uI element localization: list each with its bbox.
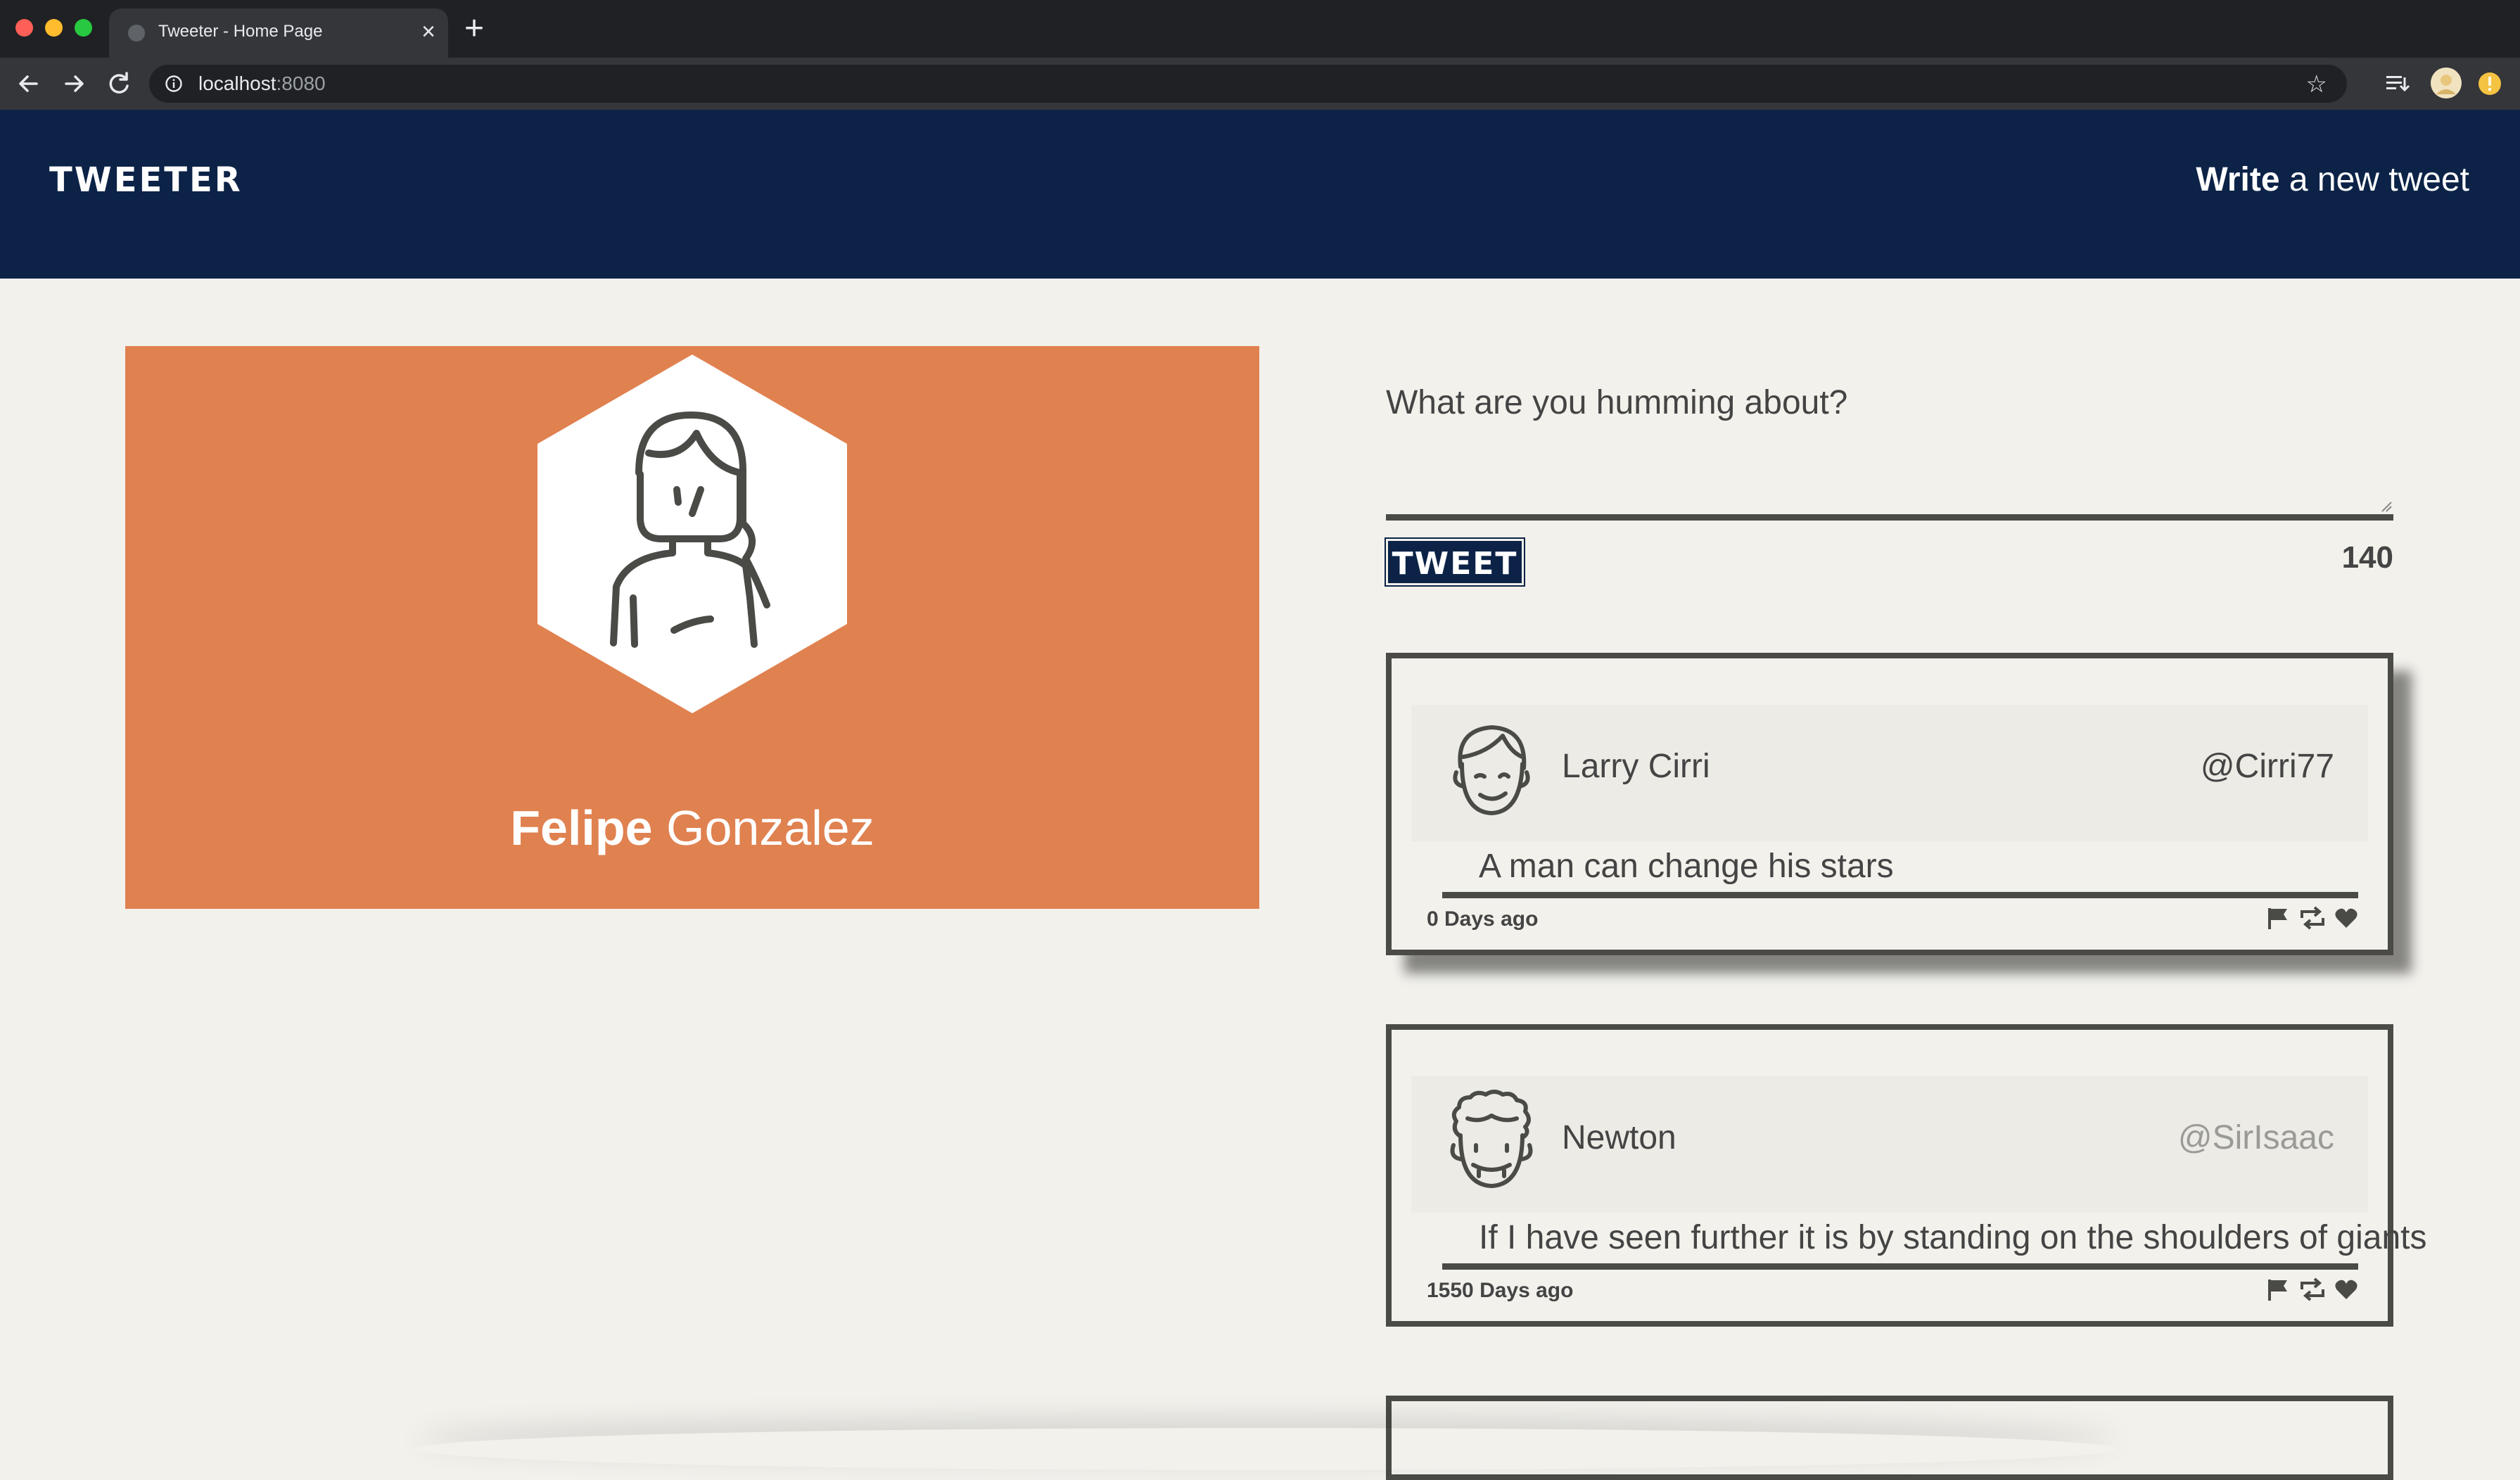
- page: Tweeter - Home Page × + localhost:8080 ☆: [0, 0, 2520, 1480]
- tweet-author-name: Larry Cirri: [1562, 748, 1710, 785]
- tweet-actions: [2260, 1277, 2358, 1303]
- boy-avatar-icon: [1453, 725, 1530, 815]
- info-icon[interactable]: [165, 75, 183, 93]
- tweet-divider: [1442, 892, 2358, 898]
- retweet-icon[interactable]: [2299, 906, 2326, 930]
- browser-tab-bar: Tweeter - Home Page × +: [0, 0, 2520, 58]
- tweet-divider: [1442, 1263, 2358, 1270]
- url-text: localhost:8080: [198, 72, 326, 95]
- tweet-card: Newton @SirIsaac If I have seen further …: [1386, 1024, 2426, 1327]
- back-arrow-icon[interactable]: [10, 65, 48, 103]
- tab-title: Tweeter - Home Page: [158, 22, 323, 41]
- retweet-icon[interactable]: [2299, 1277, 2326, 1301]
- compose-text: a new tweet: [2279, 161, 2469, 198]
- compose-underline: [1386, 514, 2393, 521]
- profile-last-name: Gonzalez: [652, 800, 874, 855]
- close-tab-icon[interactable]: ×: [421, 18, 435, 46]
- tweet-header: Newton @SirIsaac: [1411, 1076, 2368, 1213]
- tweet-timestamp: 1550 Days ago: [1427, 1279, 1574, 1302]
- tweet-card: Larry Cirri @Cirri77 A man can change hi…: [1386, 653, 2393, 955]
- compose-bold-text: Write: [2196, 161, 2280, 198]
- profile-avatar-icon[interactable]: [2429, 66, 2463, 100]
- forward-arrow-icon[interactable]: [55, 65, 93, 103]
- tweet-actions: [2260, 906, 2358, 931]
- page-fold-shadow: [415, 1428, 2118, 1470]
- bookmark-star-icon[interactable]: ☆: [2306, 70, 2327, 98]
- new-tab-button[interactable]: +: [464, 12, 484, 46]
- tweet-text: A man can change his stars: [1479, 848, 1894, 885]
- close-window-button[interactable]: [15, 19, 33, 37]
- flag-icon[interactable]: [2266, 1277, 2290, 1301]
- url-host: localhost: [198, 72, 276, 94]
- resize-handle-icon[interactable]: [2381, 501, 2392, 512]
- extension-icon[interactable]: [2476, 70, 2503, 97]
- tweet-author-name: Newton: [1562, 1119, 1676, 1156]
- tweet-author-handle: @SirIsaac: [2177, 1119, 2334, 1156]
- profile-name: Felipe Gonzalez: [125, 800, 1259, 856]
- tweet-text: If I have seen further it is by standing…: [1479, 1219, 2427, 1256]
- profile-first-name: Felipe: [510, 800, 653, 855]
- reading-list-icon[interactable]: [2384, 70, 2412, 97]
- globe-icon: [128, 25, 145, 42]
- heart-icon[interactable]: [2334, 906, 2358, 930]
- tweet-author-handle: @Cirri77: [2200, 748, 2334, 785]
- maximize-window-button[interactable]: [75, 19, 92, 37]
- heart-icon[interactable]: [2334, 1277, 2358, 1301]
- site-header: TWEETER Write a new tweet: [0, 110, 2520, 279]
- character-counter: 140: [2341, 540, 2393, 575]
- address-bar[interactable]: localhost:8080 ☆: [149, 65, 2347, 103]
- browser-toolbar: localhost:8080 ☆: [0, 58, 2520, 110]
- tweet-header: Larry Cirri @Cirri77: [1411, 705, 2368, 841]
- browser-tab[interactable]: Tweeter - Home Page ×: [109, 8, 448, 58]
- tweet-timestamp: 0 Days ago: [1427, 907, 1539, 931]
- url-port: :8080: [276, 72, 326, 94]
- profile-card: Felipe Gonzalez: [125, 346, 1259, 909]
- flag-icon[interactable]: [2266, 906, 2290, 930]
- minimize-window-button[interactable]: [45, 19, 63, 37]
- reload-icon[interactable]: [100, 65, 138, 103]
- brand-logo[interactable]: TWEETER: [49, 160, 243, 200]
- write-new-tweet-link[interactable]: Write a new tweet: [2196, 160, 2469, 199]
- curly-hair-avatar-icon: [1450, 1090, 1533, 1188]
- profile-avatar-hexagon: [537, 355, 847, 713]
- compose-textarea[interactable]: What are you humming about?: [1386, 383, 1847, 422]
- tweet-submit-button[interactable]: TWEET: [1385, 537, 1525, 587]
